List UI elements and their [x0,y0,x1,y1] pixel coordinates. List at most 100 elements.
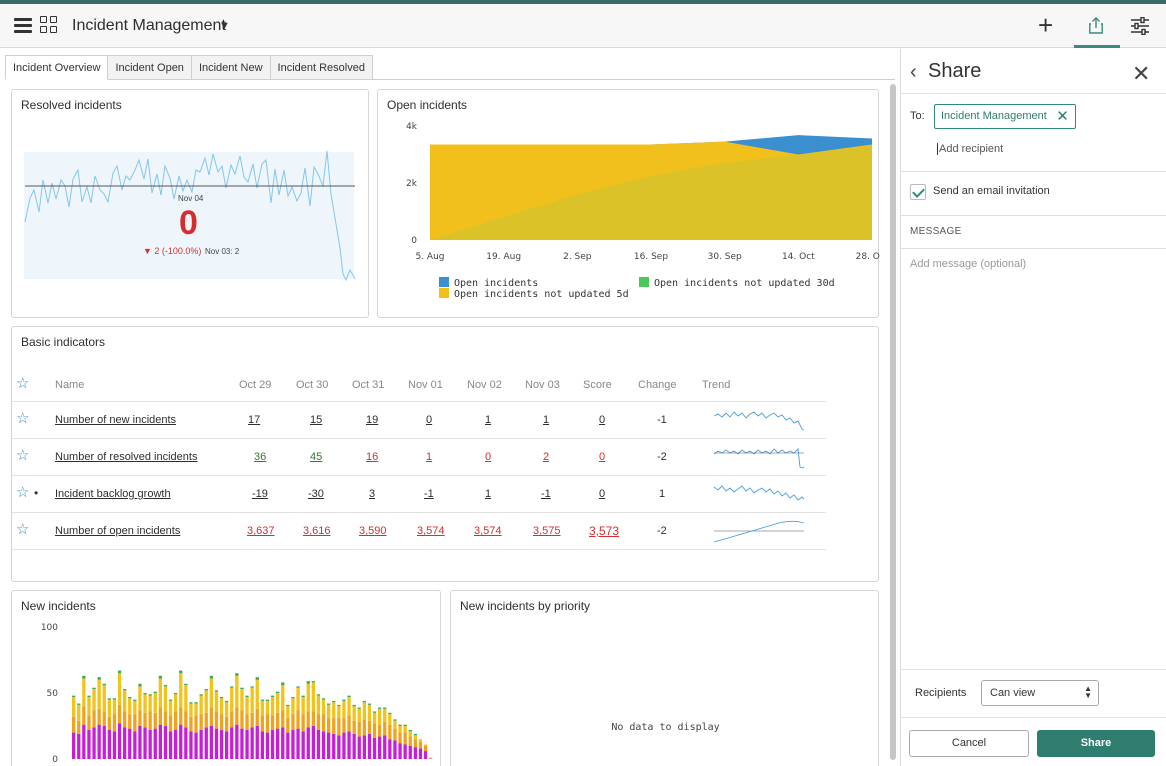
indicator-value[interactable]: 3,575 [533,525,561,537]
bar-segment [316,694,321,696]
indicator-value[interactable]: 3,637 [247,525,275,537]
filter-settings-icon[interactable] [1130,17,1150,35]
tab-incident-resolved[interactable]: Incident Resolved [270,55,373,80]
legend-item-not-updated-30d[interactable]: Open incidents not updated 30d [639,277,835,289]
column-header-score[interactable]: Score [583,379,612,391]
add-icon[interactable]: + [1038,12,1053,38]
bar-stack [72,670,433,759]
share-tab-button[interactable] [1074,4,1120,48]
indicator-value[interactable]: 0 [485,451,491,463]
back-icon[interactable]: ‹ [910,61,917,84]
indicator-value[interactable]: 17 [248,414,260,426]
basic-indicators-widget[interactable]: Basic indicators ☆ Name Oct 29 Oct 30 Oc… [11,326,879,582]
add-recipient-input[interactable]: Add recipient [937,143,1003,155]
column-header-day[interactable]: Oct 30 [296,379,328,391]
star-icon[interactable]: ☆ [16,522,29,537]
bar-segment [123,727,127,759]
indicator-value[interactable]: 1 [485,414,491,426]
open-incidents-widget[interactable]: Open incidents 0 2k 4k 5. Aug 19. Aug 2. Sep… [377,89,880,318]
indicator-value[interactable]: -1 [424,488,434,500]
column-header-day[interactable]: Nov 02 [467,379,502,391]
tab-incident-overview[interactable]: Incident Overview [5,55,109,80]
indicator-value[interactable]: 1 [426,451,432,463]
message-textarea[interactable]: Add message (optional) [910,258,1158,658]
menu-icon[interactable] [14,18,32,33]
bar-segment [133,699,137,701]
email-invite-label[interactable]: Send an email invitation [933,185,1050,197]
priority-widget[interactable]: New incidents by priority No data to dis… [450,590,879,766]
share-button[interactable]: Share [1037,730,1155,757]
close-icon[interactable]: ✕ [1132,61,1150,87]
column-header-day[interactable]: Oct 31 [352,379,384,391]
indicator-name-link[interactable]: Number of open incidents [55,525,180,537]
to-label: To: [910,110,925,122]
bar-segment [276,728,280,759]
indicator-value[interactable]: 15 [310,414,322,426]
indicator-value[interactable]: 3 [369,488,375,500]
indicator-value[interactable]: 3,616 [303,525,331,537]
bar-segment [219,696,224,699]
tab-incident-open[interactable]: Incident Open [108,55,192,80]
indicator-value[interactable]: 36 [254,451,266,463]
app-grid-icon[interactable] [40,16,58,34]
indicator-value[interactable]: 45 [310,451,322,463]
star-icon[interactable]: ☆ [16,376,29,391]
bar-segment [306,683,310,712]
column-header-change[interactable]: Change [638,379,677,391]
bar-segment [367,733,372,759]
bar-segment [342,718,346,733]
indicator-name-link[interactable]: Number of new incidents [55,414,176,426]
indicator-value[interactable]: -19 [252,488,268,500]
bar-segment [107,699,111,717]
indicator-score[interactable]: 0 [599,451,605,463]
indicator-value[interactable]: -30 [308,488,324,500]
indicator-value[interactable]: -1 [541,488,551,500]
indicator-value[interactable]: 3,574 [417,525,445,537]
indicator-name-link[interactable]: Number of resolved incidents [55,451,197,463]
column-header-name[interactable]: Name [55,379,84,391]
indicator-value[interactable]: 3,590 [359,525,387,537]
table-row: ☆ • Incident backlog growth -19 -30 3 -1… [12,476,826,513]
dashboard-title[interactable]: Incident Management [72,17,226,35]
recipient-chip[interactable]: Incident Management ✕ [934,104,1076,129]
bar-segment [250,727,254,759]
chevron-down-icon[interactable]: ▼ [219,20,230,32]
bar-segment [72,732,76,759]
new-incidents-widget[interactable]: New incidents 0 50 100 [11,590,441,766]
indicator-value[interactable]: 19 [366,414,378,426]
star-icon[interactable]: ☆ [16,485,29,500]
indicator-score[interactable]: 0 [599,488,605,500]
bar-segment [418,741,423,749]
tab-incident-new[interactable]: Incident New [191,55,271,80]
column-header-day[interactable]: Oct 29 [239,379,271,391]
bar-segment [403,724,407,726]
indicator-name-link[interactable]: Incident backlog growth [55,488,171,500]
permission-select[interactable]: Can view ▲ ▼ [981,680,1099,706]
indicator-value[interactable]: 3,574 [474,525,502,537]
indicator-value[interactable]: 1 [485,488,491,500]
bar-segment [362,700,366,703]
y-tick-label: 4k [406,122,418,132]
scrollbar-thumb[interactable] [890,84,896,760]
legend-item-not-updated-5d[interactable]: Open incidents not updated 5d [439,288,629,300]
email-invite-checkbox[interactable] [910,184,926,200]
bar-segment [123,711,127,728]
resolved-incidents-widget[interactable]: Resolved incidents Nov 04 0 ▼ 2 (-100.0%… [11,89,369,318]
star-icon[interactable]: ☆ [16,448,29,463]
bar-segment [311,726,315,759]
indicator-score[interactable]: 0 [599,414,605,426]
bar-segment [347,696,351,716]
indicator-value[interactable]: 2 [543,451,549,463]
x-tick-label: 28. Oct [856,252,880,262]
indicator-value[interactable]: 1 [543,414,549,426]
column-header-day[interactable]: Nov 01 [408,379,443,391]
bar-segment [423,744,428,746]
remove-recipient-icon[interactable]: ✕ [1056,105,1069,128]
indicator-value[interactable]: 0 [426,414,432,426]
column-header-day[interactable]: Nov 03 [525,379,560,391]
indicator-score[interactable]: 3,573 [589,524,619,538]
bar-segment [240,710,244,729]
star-icon[interactable]: ☆ [16,411,29,426]
cancel-button[interactable]: Cancel [909,730,1029,757]
indicator-value[interactable]: 16 [366,451,378,463]
